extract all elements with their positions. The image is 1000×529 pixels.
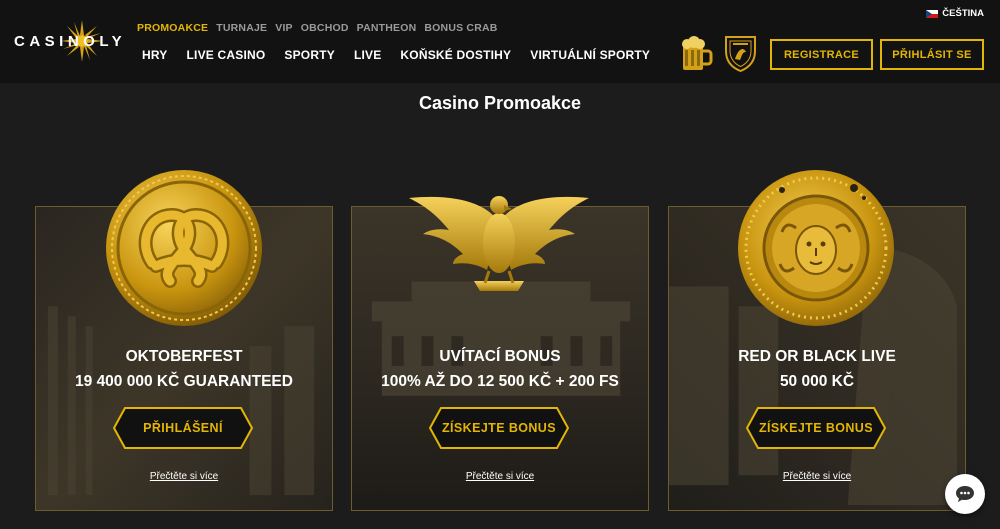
czech-flag-icon: [926, 9, 939, 18]
nav-vip[interactable]: VIP: [275, 22, 293, 34]
promo-cta-label: PŘIHLÁŠENÍ: [143, 421, 223, 435]
promo-subtitle: 50 000 KČ: [779, 373, 855, 390]
promo-cta-label: ZÍSKEJTE BONUS: [759, 421, 873, 435]
page-title: Casino Promoakce: [418, 93, 582, 113]
promo-cta-label: ZÍSKEJTE BONUS: [442, 421, 556, 435]
nav-konske-dostihy[interactable]: KOŇSKÉ DOSTIHY: [400, 48, 511, 62]
nav-pantheon[interactable]: PANTHEON: [357, 22, 417, 34]
main-nav: HRY LIVE CASINO SPORTY LIVE KOŇSKÉ DOSTI…: [142, 48, 650, 62]
nav-live-casino[interactable]: LIVE CASINO: [187, 48, 266, 62]
pretzel-coin-icon: [106, 170, 262, 326]
lamborghini-shield-icon[interactable]: [724, 35, 757, 73]
site-header: CASINOLY PROMOAKCE TURNAJE VIP OBCHOD PA…: [0, 0, 1000, 83]
promo-cta-button[interactable]: ZÍSKEJTE BONUS: [429, 407, 569, 449]
golden-eagle-icon: [409, 196, 589, 291]
nav-live[interactable]: LIVE: [354, 48, 381, 62]
medusa-coin-icon: [738, 170, 894, 326]
register-button[interactable]: REGISTRACE: [770, 39, 873, 70]
promo-title: UVÍTACÍ BONUS: [439, 348, 561, 365]
promo-cta-button[interactable]: ZÍSKEJTE BONUS: [746, 407, 886, 449]
beer-mug-icon[interactable]: [679, 36, 713, 72]
chat-bubble-icon: [956, 486, 974, 502]
nav-obchod[interactable]: OBCHOD: [301, 22, 349, 34]
read-more-link[interactable]: Přečtěte si více: [352, 471, 648, 482]
nav-hry[interactable]: HRY: [142, 48, 168, 62]
nav-virtualni-sporty[interactable]: VIRTUÁLNÍ SPORTY: [530, 48, 650, 62]
secondary-nav: PROMOAKCE TURNAJE VIP OBCHOD PANTHEON BO…: [137, 22, 498, 34]
promo-cta-button[interactable]: PŘIHLÁŠENÍ: [113, 407, 253, 449]
read-more-link[interactable]: Přečtěte si více: [669, 471, 965, 482]
nav-bonus-crab[interactable]: BONUS CRAB: [424, 22, 497, 34]
nav-promoakce[interactable]: PROMOAKCE: [137, 22, 208, 34]
logo-text: CASINOLY: [14, 33, 127, 50]
promo-title: OKTOBERFEST: [125, 348, 243, 365]
nav-sporty[interactable]: SPORTY: [284, 48, 335, 62]
language-label: ČEŠTINA: [942, 8, 984, 19]
read-more-link[interactable]: Přečtěte si více: [36, 471, 332, 482]
language-selector[interactable]: ČEŠTINA: [926, 8, 984, 19]
site-logo[interactable]: CASINOLY: [14, 20, 126, 62]
promo-title: RED OR BLACK LIVE: [738, 348, 896, 365]
promo-subtitle: 100% AŽ DO 12 500 KČ + 200 FS: [381, 373, 619, 390]
promo-subtitle: 19 400 000 KČ GUARANTEED: [75, 373, 293, 390]
nav-turnaje[interactable]: TURNAJE: [216, 22, 267, 34]
login-button[interactable]: PŘIHLÁSIT SE: [880, 39, 984, 70]
chat-button[interactable]: [945, 474, 985, 514]
